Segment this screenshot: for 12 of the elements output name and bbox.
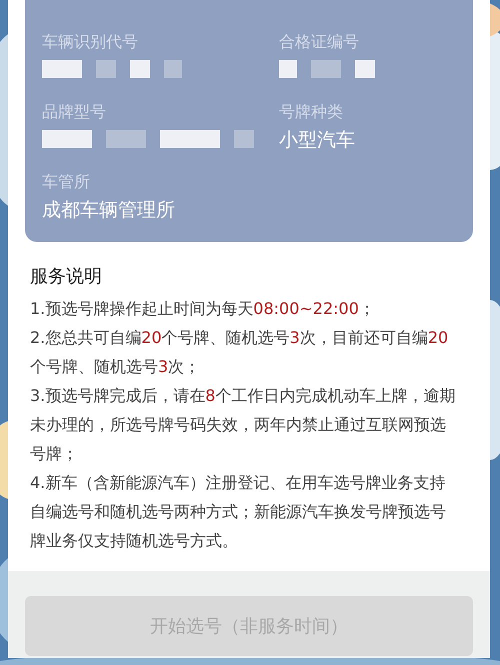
field-value: 小型汽车 — [279, 128, 356, 153]
field-label: 品牌型号 — [42, 102, 107, 123]
field-value: 成都车辆管理所 — [42, 198, 176, 223]
note-paragraph: 2.您总共可自编20个号牌、随机选号3次，目前还可自编20 个号牌、随机选号3次； — [30, 327, 450, 378]
note-paragraph: 4.新车（含新能源汽车）注册登记、在用车选号牌业务支持自编选号和随机选号两种方式；新能源汽车换发号牌预选号牌业务仅支持随机选号方式。 — [30, 472, 447, 552]
note-paragraph: 1.预选号牌操作起止时间为每天08:00~22:00； — [30, 298, 376, 320]
section-title: 服务说明 — [30, 265, 103, 288]
field-label: 车辆识别代号 — [42, 32, 139, 53]
field-label: 合格证编号 — [279, 32, 360, 53]
field-label: 号牌种类 — [279, 102, 344, 123]
field-label: 车管所 — [42, 172, 91, 193]
note-paragraph: 3.预选号牌完成后，请在8个工作日内完成机动车上牌，逾期未办理的，所选号牌号码失效，两年内禁止通过互联网预选号牌； — [30, 385, 456, 465]
